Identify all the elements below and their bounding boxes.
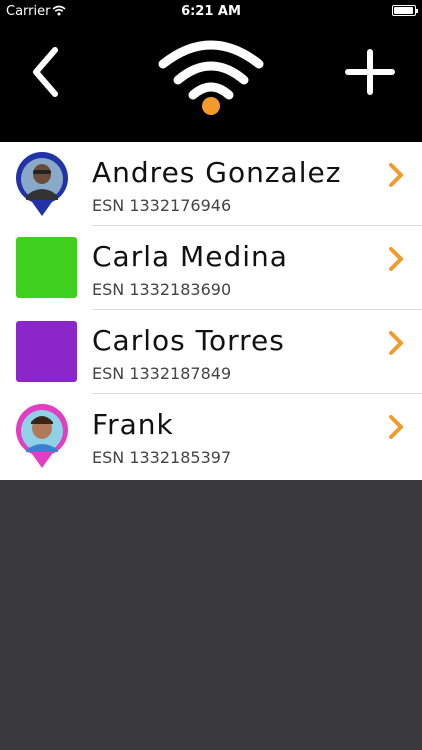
chevron-right-icon (389, 415, 403, 439)
device-name: Andres Gonzalez (92, 156, 342, 189)
list-item-carlos-torres[interactable]: Carlos Torres ESN 1332187849 (0, 310, 422, 394)
device-list: Andres Gonzalez ESN 1332176946 Carla Med… (0, 142, 422, 480)
color-swatch (16, 321, 77, 382)
chevron-left-icon (33, 47, 58, 97)
wifi-signal-icon (158, 40, 264, 115)
list-item-frank[interactable]: Frank ESN 1332185397 (0, 394, 422, 478)
add-device-button[interactable] (340, 44, 400, 100)
back-button[interactable] (22, 44, 72, 100)
navigation-bar (0, 22, 422, 142)
device-name: Carla Medina (92, 240, 288, 273)
device-esn: ESN 1332187849 (92, 364, 232, 383)
avatar-pin-icon (16, 404, 68, 468)
plus-icon (345, 49, 395, 95)
chevron-right-icon (389, 163, 403, 187)
device-esn: ESN 1332176946 (92, 196, 232, 215)
list-item-carla-medina[interactable]: Carla Medina ESN 1332183690 (0, 226, 422, 310)
chevron-right-icon (389, 331, 403, 355)
status-time: 6:21 AM (181, 4, 241, 19)
device-name: Frank (92, 408, 174, 441)
device-esn: ESN 1332185397 (92, 448, 232, 467)
battery-icon (392, 5, 418, 16)
avatar-pin-icon (16, 152, 68, 216)
device-name: Carlos Torres (92, 324, 285, 357)
chevron-right-icon (389, 247, 403, 271)
status-bar: Carrier 6:21 AM (0, 0, 422, 22)
device-esn: ESN 1332183690 (92, 280, 232, 299)
color-swatch (16, 237, 77, 298)
list-item-andres-gonzalez[interactable]: Andres Gonzalez ESN 1332176946 (0, 142, 422, 226)
